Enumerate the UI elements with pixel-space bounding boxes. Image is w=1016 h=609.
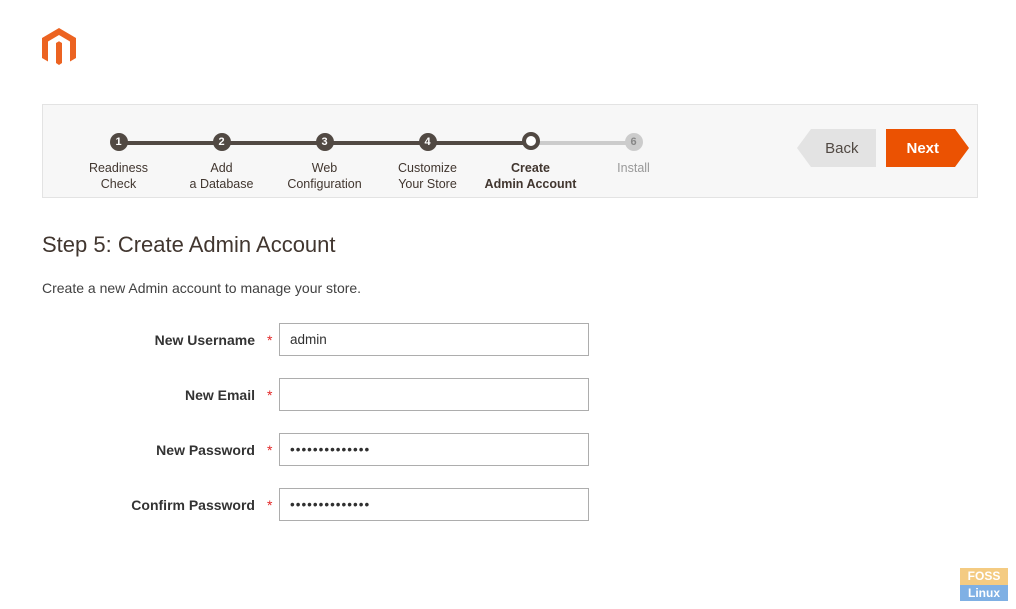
confirm-password-label: Confirm Password	[42, 497, 267, 513]
username-label: New Username	[42, 332, 267, 348]
admin-account-form: New Username * New Email * New Password …	[42, 312, 589, 532]
step-connector	[119, 141, 222, 145]
step-connector	[222, 141, 325, 145]
step-circle: 3	[316, 133, 334, 151]
back-button[interactable]: Back	[811, 129, 876, 167]
step-connector	[531, 141, 634, 145]
step-readiness-check: 1 Readiness Check	[67, 133, 170, 192]
step-label: Add a Database	[190, 161, 254, 192]
page-description: Create a new Admin account to manage you…	[42, 280, 361, 296]
step-circle: 2	[213, 133, 231, 151]
step-install: 6 Install	[582, 133, 685, 177]
email-input[interactable]	[279, 378, 589, 411]
step-connector	[428, 141, 531, 145]
step-label: Web Configuration	[287, 161, 361, 192]
step-circle: 1	[110, 133, 128, 151]
wizard-progress: 1 Readiness Check 2 Add a Database 3 Web…	[42, 104, 978, 198]
required-asterisk: *	[267, 387, 279, 403]
field-row-email: New Email *	[42, 367, 589, 422]
required-asterisk: *	[267, 442, 279, 458]
email-label: New Email	[42, 387, 267, 403]
confirm-password-input[interactable]	[279, 488, 589, 521]
step-label: Create Admin Account	[485, 161, 577, 192]
required-asterisk: *	[267, 497, 279, 513]
password-input[interactable]	[279, 433, 589, 466]
step-label: Customize Your Store	[398, 161, 457, 192]
required-asterisk: *	[267, 332, 279, 348]
field-row-confirm-password: Confirm Password *	[42, 477, 589, 532]
field-row-password: New Password *	[42, 422, 589, 477]
step-circle	[522, 132, 540, 150]
field-row-username: New Username *	[42, 312, 589, 367]
magento-logo	[42, 28, 76, 73]
step-circle: 4	[419, 133, 437, 151]
step-label: Install	[617, 161, 650, 177]
step-label: Readiness Check	[89, 161, 148, 192]
password-label: New Password	[42, 442, 267, 458]
page-title: Step 5: Create Admin Account	[42, 232, 336, 258]
step-circle: 6	[625, 133, 643, 151]
watermark: FOSS Linux	[960, 568, 1008, 601]
step-connector	[325, 141, 428, 145]
next-button[interactable]: Next	[886, 129, 955, 167]
username-input[interactable]	[279, 323, 589, 356]
